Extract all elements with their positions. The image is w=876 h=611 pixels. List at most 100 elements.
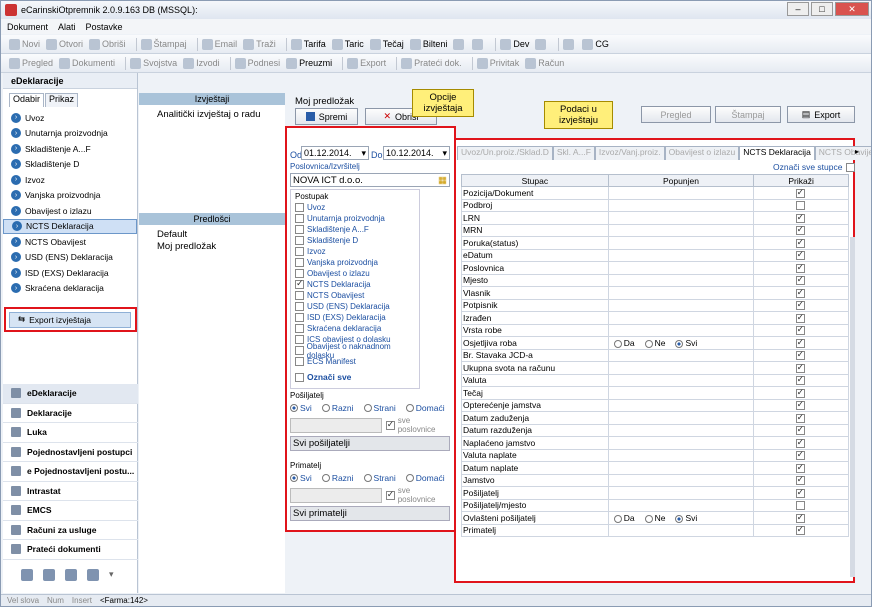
procedure-item-izvoz[interactable]: › Izvoz — [3, 172, 137, 188]
date-from-input[interactable]: 01.12.2014. ▾ — [301, 146, 369, 160]
table-row[interactable]: Ovlašteni pošiljatelj Da Ne Svi — [461, 511, 849, 525]
popunjen-cell[interactable] — [607, 273, 755, 287]
tab-izvoz-vanj-proiz[interactable]: Izvoz/Vanj.proiz. — [594, 146, 665, 160]
prikazi-checkbox[interactable] — [795, 299, 805, 311]
toolbar-export[interactable]: Export — [347, 57, 386, 69]
tab-obavijest-o-izlazu[interactable]: Obavijest o izlazu — [664, 146, 740, 160]
toolbar-email[interactable]: Email — [201, 38, 237, 50]
toolbar-tra-i[interactable]: Traži — [243, 38, 276, 50]
table-row[interactable]: Tečaj — [461, 386, 849, 400]
postupak-checkbox[interactable] — [295, 236, 304, 245]
prikazi-checkbox[interactable] — [795, 224, 805, 236]
report-analiticki[interactable]: Analitički izvještaj o radu — [139, 105, 285, 120]
spremi-button[interactable]: Spremi — [295, 108, 358, 125]
toolbar-te-aj[interactable]: Tečaj — [369, 38, 404, 50]
primatelj-radio-strani[interactable]: Strani — [363, 473, 396, 483]
popunjen-cell[interactable] — [607, 348, 755, 362]
toolbar-tool-10[interactable] — [453, 38, 466, 50]
popunjen-radio-ne[interactable]: Ne — [644, 338, 665, 348]
close-button[interactable]: ✕ — [835, 2, 869, 16]
prikazi-checkbox[interactable] — [795, 374, 805, 386]
procedure-item-vanjska-proizvodnja[interactable]: › Vanjska proizvodnja — [3, 188, 137, 204]
menu-alati[interactable]: Alati — [58, 22, 76, 32]
table-row[interactable]: Jamstvo — [461, 473, 849, 487]
posiljatelj-radio-strani[interactable]: Strani — [363, 403, 396, 413]
postupak-checkbox[interactable] — [295, 313, 304, 322]
popunjen-cell[interactable]: Da Ne Svi — [607, 336, 755, 350]
toolbar-novi[interactable]: Novi — [9, 38, 40, 50]
tab-scroll-arrow[interactable]: ▸ — [855, 147, 859, 156]
popunjen-cell[interactable] — [607, 373, 755, 387]
postupak-checkbox[interactable] — [295, 247, 304, 256]
nav-prate-i-dokumenti[interactable]: Prateći dokumenti — [3, 540, 138, 560]
toolbar-ra-un[interactable]: Račun — [525, 57, 564, 69]
toolbar-dokumenti[interactable]: Dokumenti — [59, 57, 115, 69]
nav-e-pojednostavljeni-postu[interactable]: e Pojednostavljeni postu... — [3, 462, 138, 482]
table-row[interactable]: Poslovnica — [461, 261, 849, 275]
postupak-ncts-deklaracija[interactable]: NCTS Deklaracija — [295, 278, 415, 290]
grid-scrollbar[interactable] — [850, 237, 855, 577]
toolbar-privitak[interactable]: Privitak — [476, 57, 519, 69]
postupak-checkbox[interactable] — [295, 258, 304, 267]
prikazi-checkbox[interactable] — [795, 237, 805, 248]
posiljatelj-radio-razni[interactable]: Razni — [321, 403, 354, 413]
toolbar-obri-i[interactable]: Obriši — [89, 38, 126, 50]
popunjen-cell[interactable] — [607, 261, 755, 275]
table-row[interactable]: Valuta — [461, 373, 849, 387]
export-button[interactable]: ▤ Export — [787, 106, 855, 123]
postupak-checkbox[interactable] — [295, 225, 304, 234]
primatelj-radio-svi[interactable]: Svi — [290, 473, 312, 483]
procedure-item-isd-exs-deklaracija[interactable]: › ISD (EXS) Deklaracija — [3, 265, 137, 281]
oznaci-sve-checkbox[interactable]: Označi sve — [295, 372, 415, 383]
tab-skl-a-f[interactable]: Skl. A...F — [552, 146, 595, 160]
postupak-checkbox[interactable] — [295, 324, 304, 333]
popunjen-cell[interactable] — [607, 448, 755, 462]
oznaci-sve-stupce-link[interactable]: Označi sve stupce — [773, 162, 858, 173]
procedure-item-uvoz[interactable]: › Uvoz — [3, 110, 137, 126]
popunjen-cell[interactable] — [607, 298, 755, 312]
table-row[interactable]: Br. Stavaka JCD-a — [461, 348, 849, 362]
stampaj-button[interactable]: Štampaj — [715, 106, 781, 123]
prikazi-checkbox[interactable] — [795, 462, 805, 473]
table-row[interactable]: MRN — [461, 223, 849, 237]
prikazi-checkbox[interactable] — [795, 201, 805, 211]
nav-print-icon[interactable] — [43, 569, 55, 581]
postupak-unutarnja-proizvodnja[interactable]: Unutarnja proizvodnja — [295, 213, 415, 224]
popunjen-radio-da[interactable]: Da — [613, 513, 635, 523]
procedure-item-unutarnja-proizvodnja[interactable]: › Unutarnja proizvodnja — [3, 126, 137, 142]
popunjen-cell[interactable] — [607, 486, 755, 500]
prikazi-checkbox[interactable] — [795, 312, 805, 323]
prikazi-checkbox[interactable] — [795, 437, 805, 448]
minimize-button[interactable]: – — [787, 2, 809, 16]
table-row[interactable]: Pozicija/Dokument — [461, 186, 849, 200]
popunjen-cell[interactable] — [607, 386, 755, 400]
popunjen-radio-svi[interactable]: Svi — [675, 513, 697, 523]
grid-header-stupac[interactable]: Stupac — [461, 174, 609, 187]
prikazi-checkbox[interactable] — [795, 524, 805, 536]
table-row[interactable]: eDatum — [461, 248, 849, 262]
toolbar-tarifa[interactable]: Tarifa — [290, 38, 326, 50]
table-row[interactable]: Pošiljatelj — [461, 486, 849, 500]
procedure-item-ncts-obavijest[interactable]: › NCTS Obavijest — [3, 234, 137, 250]
postupak-isd-exs-deklaracija[interactable]: ISD (EXS) Deklaracija — [295, 312, 415, 323]
popunjen-cell[interactable] — [607, 236, 755, 250]
toolbar-bilteni[interactable]: Bilteni — [409, 38, 447, 50]
postupak-vanjska-proizvodnja[interactable]: Vanjska proizvodnja — [295, 257, 415, 268]
table-row[interactable]: Naplaćeno jamstvo — [461, 436, 849, 450]
postupak-checkbox[interactable] — [295, 291, 304, 300]
popunjen-cell[interactable] — [607, 398, 755, 412]
postupak-skladi-tenje-d[interactable]: Skladištenje D — [295, 235, 415, 246]
nav-pojednostavljeni-postupci[interactable]: Pojednostavljeni postupci — [3, 443, 138, 462]
toolbar-preuzmi[interactable]: Preuzmi — [286, 57, 332, 69]
primatelj-radio-doma-i[interactable]: Domaći — [405, 473, 445, 483]
postupak-ncts-obavijest[interactable]: NCTS Obavijest — [295, 290, 415, 301]
popunjen-cell[interactable]: Da Ne Svi — [607, 511, 755, 525]
table-row[interactable]: Podbroj — [461, 198, 849, 212]
toolbar-podnesi[interactable]: Podnesi — [234, 57, 280, 69]
nav-more-icon[interactable]: ▾ — [109, 569, 121, 581]
table-row[interactable]: Osjetljiva roba Da Ne Svi — [461, 336, 849, 350]
toolbar-dev[interactable]: Dev — [500, 38, 529, 50]
postupak-checkbox[interactable] — [295, 335, 304, 344]
date-from-dropdown-icon[interactable]: ▾ — [361, 148, 368, 159]
nav-luka[interactable]: Luka — [3, 423, 138, 443]
